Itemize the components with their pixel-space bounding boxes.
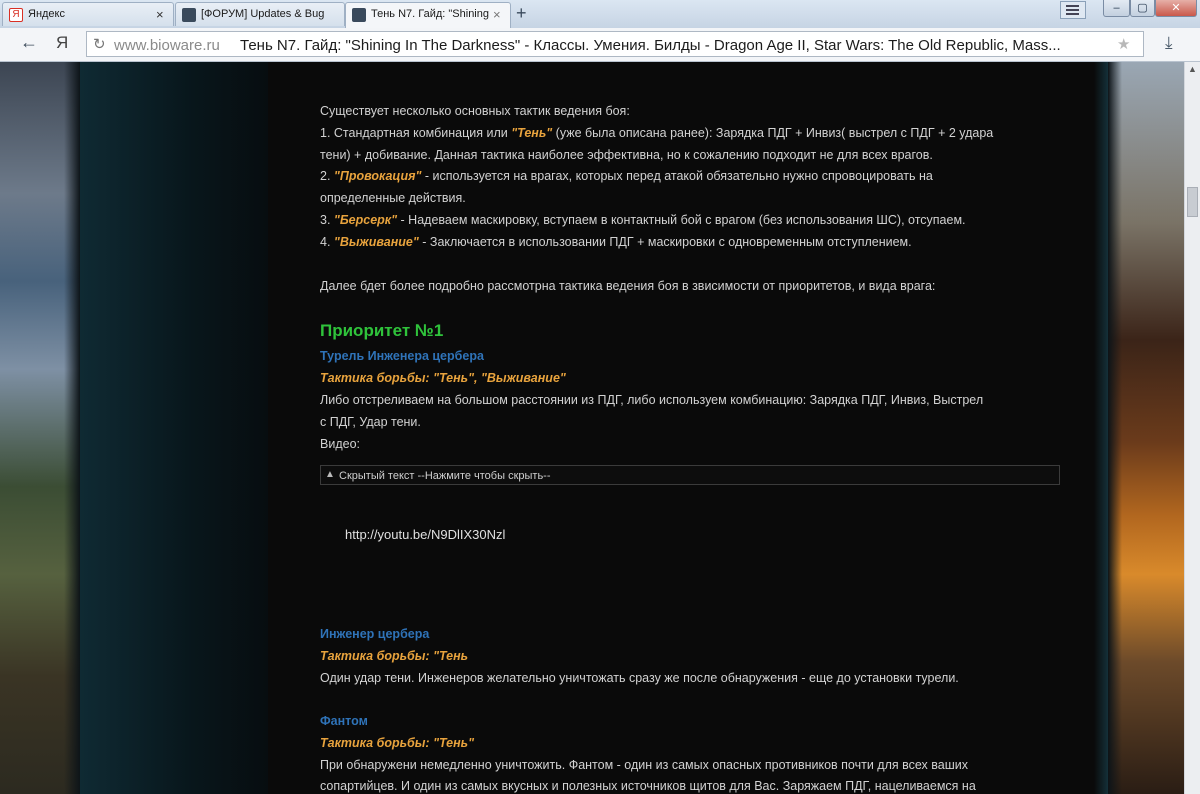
text: 1. Стандартная комбинация или bbox=[320, 126, 512, 140]
text: (уже была описана ранее): Зарядка ПДГ + … bbox=[552, 126, 994, 140]
tab-guide[interactable]: Тень N7. Гайд: "Shining × bbox=[345, 2, 511, 29]
tactic-line-3: 3. "Берсерк" - Надеваем маскировку, всту… bbox=[320, 213, 966, 228]
tactic-name: "Берсерк" bbox=[333, 213, 398, 227]
enemy-description: Один удар тени. Инженеров желательно уни… bbox=[320, 671, 959, 685]
text: - Надеваем маскировку, вступаем в контак… bbox=[397, 213, 966, 227]
new-tab-button[interactable]: + bbox=[516, 3, 527, 24]
tactic-line-1: 1. Стандартная комбинация или "Тень" (уж… bbox=[320, 126, 993, 141]
tactic-name: "Тень" bbox=[511, 126, 553, 140]
priority-heading: Приоритет №1 bbox=[320, 321, 444, 340]
bioware-favicon-icon bbox=[352, 8, 366, 22]
maximize-button[interactable]: ▢ bbox=[1130, 0, 1155, 17]
right-border bbox=[1094, 62, 1108, 794]
tab-title: Яндекс bbox=[28, 8, 65, 20]
bioware-favicon-icon bbox=[182, 8, 196, 22]
tab-title: Тень N7. Гайд: "Shining bbox=[371, 8, 489, 20]
further-text: Далее бдет более подробно рассмотрна так… bbox=[320, 279, 936, 293]
tab-strip: Я Яндекс × [ФОРУМ] Updates & Bug Тень N7… bbox=[0, 0, 1200, 29]
minimize-button[interactable]: – bbox=[1103, 0, 1130, 17]
vertical-scrollbar[interactable]: ▲ bbox=[1184, 62, 1200, 794]
collapse-arrow-icon[interactable]: ▲ bbox=[325, 469, 335, 480]
scroll-thumb[interactable] bbox=[1187, 187, 1198, 217]
spoiler-title: Скрытый текст bbox=[339, 470, 415, 482]
tactic-line-4: 4. "Выживание" - Заключается в использов… bbox=[320, 235, 912, 250]
intro-text: Существует несколько основных тактик вед… bbox=[320, 104, 630, 118]
enemy-heading: Фантом bbox=[320, 714, 368, 728]
text: - используется на врагах, которых перед … bbox=[421, 169, 933, 183]
yandex-logo-icon[interactable]: Я bbox=[56, 33, 68, 53]
url-field[interactable]: ↻ www.bioware.ru Тень N7. Гайд: "Shining… bbox=[86, 31, 1144, 57]
youtube-link[interactable]: http://youtu.be/N9DlIX30Nzl bbox=[345, 527, 505, 542]
close-window-button[interactable]: ✕ bbox=[1155, 0, 1197, 17]
background-art-right bbox=[1108, 62, 1184, 794]
tactic-name: "Выживание" bbox=[333, 235, 419, 249]
tactic-line-1-cont: тени) + добивание. Данная тактика наибол… bbox=[320, 148, 933, 162]
background-art-left bbox=[0, 62, 80, 794]
tactic-heading: Тактика борьбы: "Тень bbox=[320, 649, 469, 663]
menu-button[interactable] bbox=[1060, 1, 1086, 19]
spoiler-header[interactable]: ▲ Скрытый текст --Нажмите чтобы скрыть-- bbox=[320, 465, 1060, 485]
download-icon[interactable]: ⤓ bbox=[1165, 33, 1173, 53]
text: 2. bbox=[320, 169, 334, 183]
enemy-description: Либо отстреливаем на большом расстоянии … bbox=[320, 393, 984, 407]
tactic-line-2: 2. "Провокация" - используется на врагах… bbox=[320, 169, 933, 184]
tactic-line-2-cont: определенные действия. bbox=[320, 191, 466, 205]
yandex-favicon-icon: Я bbox=[9, 8, 23, 22]
enemy-description: При обнаружени немедленно уничтожить. Фа… bbox=[320, 758, 968, 772]
enemy-description-cont: сопартийцев. И один из самых вкусных и п… bbox=[320, 779, 976, 793]
address-bar: ← Я ↻ www.bioware.ru Тень N7. Гайд: "Shi… bbox=[0, 28, 1200, 62]
bookmark-star-icon[interactable]: ★ bbox=[1117, 35, 1130, 53]
url-domain: www.bioware.ru bbox=[114, 37, 220, 54]
tactic-heading: Тактика борьбы: "Тень", "Выживание" bbox=[320, 371, 566, 385]
enemy-description-cont: с ПДГ, Удар тени. bbox=[320, 415, 421, 429]
page-title-in-url: Тень N7. Гайд: "Shining In The Darkness"… bbox=[240, 37, 1061, 54]
reload-icon[interactable]: ↻ bbox=[93, 35, 106, 53]
spoiler-label: Скрытый текст --Нажмите чтобы скрыть-- bbox=[339, 470, 551, 482]
left-sidebar-column bbox=[80, 62, 268, 794]
video-label: Видео: bbox=[320, 437, 360, 451]
tab-forum[interactable]: [ФОРУМ] Updates & Bug bbox=[175, 2, 345, 26]
tab-title: [ФОРУМ] Updates & Bug bbox=[201, 8, 325, 20]
close-icon[interactable]: × bbox=[156, 7, 164, 22]
text: - Заключается в использовании ПДГ + маск… bbox=[418, 235, 912, 249]
close-icon[interactable]: × bbox=[493, 7, 501, 22]
back-button[interactable]: ← bbox=[20, 32, 38, 53]
tab-yandex[interactable]: Я Яндекс × bbox=[2, 2, 174, 26]
text: 3. bbox=[320, 213, 334, 227]
scroll-up-icon[interactable]: ▲ bbox=[1188, 64, 1197, 74]
text: 4. bbox=[320, 235, 334, 249]
spoiler-toggle-link[interactable]: --Нажмите чтобы скрыть-- bbox=[418, 470, 551, 482]
enemy-heading: Турель Инженера цербера bbox=[320, 349, 484, 363]
enemy-heading: Инженер цербера bbox=[320, 627, 430, 641]
tactic-name: "Провокация" bbox=[333, 169, 422, 183]
tactic-heading: Тактика борьбы: "Тень" bbox=[320, 736, 475, 750]
